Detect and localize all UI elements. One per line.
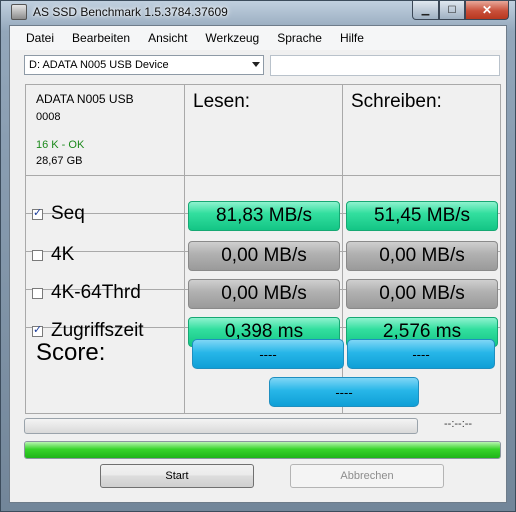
maximize-icon: ☐ bbox=[447, 4, 457, 16]
cancel-button[interactable]: Abbrechen bbox=[290, 464, 444, 488]
minimize-icon: ▁ bbox=[421, 4, 430, 16]
seq-write-result: 51,45 MB/s bbox=[346, 201, 498, 231]
row-seq-label: Seq bbox=[30, 203, 85, 225]
menu-datei[interactable]: Datei bbox=[10, 27, 63, 49]
seq-read-result: 81,83 MB/s bbox=[188, 201, 340, 231]
menu-sprache[interactable]: Sprache bbox=[268, 27, 331, 49]
4k64-write-result: 0,00 MB/s bbox=[346, 279, 498, 309]
test-progress-bar bbox=[24, 418, 418, 434]
menu-hilfe[interactable]: Hilfe bbox=[331, 27, 373, 49]
4k-write-result: 0,00 MB/s bbox=[346, 241, 498, 271]
menu-werkzeug[interactable]: Werkzeug bbox=[196, 27, 268, 49]
app-drive-icon bbox=[11, 4, 27, 20]
column-divider bbox=[184, 85, 185, 413]
4k-checkbox[interactable] bbox=[32, 249, 43, 261]
client-area: Datei Bearbeiten Ansicht Werkzeug Sprach… bbox=[9, 25, 507, 503]
drive-info: ADATA N005 USB 0008 16 K - OK 28,67 GB bbox=[36, 91, 134, 169]
minimize-button[interactable]: ▁ bbox=[412, 1, 439, 20]
drive-firmware: 0008 bbox=[36, 111, 61, 123]
4k64-checkbox[interactable] bbox=[32, 287, 43, 299]
total-progress-fill bbox=[25, 442, 500, 458]
info-field bbox=[270, 55, 500, 76]
alignment-status: 16 K - OK bbox=[36, 139, 85, 151]
drive-size: 28,67 GB bbox=[36, 155, 83, 167]
window-title: AS SSD Benchmark 1.5.3784.37609 bbox=[33, 5, 228, 19]
write-column-header: Schreiben: bbox=[351, 91, 442, 112]
window-controls: ▁ ☐ ✕ bbox=[412, 1, 509, 20]
app-window: AS SSD Benchmark 1.5.3784.37609 ▁ ☐ ✕ Da… bbox=[0, 0, 516, 512]
menu-ansicht[interactable]: Ansicht bbox=[139, 27, 196, 49]
4k64-label: 4K-64Thrd bbox=[51, 282, 141, 303]
total-progress-bar bbox=[24, 441, 501, 459]
results-grid: ADATA N005 USB 0008 16 K - OK 28,67 GB L… bbox=[25, 84, 501, 414]
title-bar[interactable]: AS SSD Benchmark 1.5.3784.37609 ▁ ☐ ✕ bbox=[1, 1, 515, 23]
seq-label: Seq bbox=[51, 203, 85, 224]
4k-label: 4K bbox=[51, 244, 75, 265]
row-4k64-label: 4K-64Thrd bbox=[30, 282, 141, 304]
row-divider bbox=[26, 175, 500, 176]
4k64-read-result: 0,00 MB/s bbox=[188, 279, 340, 309]
score-read: ---- bbox=[192, 339, 344, 369]
row-4k-label: 4K bbox=[30, 244, 74, 266]
maximize-button[interactable]: ☐ bbox=[439, 1, 465, 20]
elapsed-timer: --:--:-- bbox=[444, 418, 473, 430]
close-icon: ✕ bbox=[481, 3, 493, 17]
seq-checkbox[interactable] bbox=[32, 206, 43, 220]
score-label: Score: bbox=[36, 339, 106, 366]
access-checkbox[interactable] bbox=[32, 323, 43, 337]
drive-select[interactable]: D: ADATA N005 USB Device bbox=[24, 55, 264, 75]
read-column-header: Lesen: bbox=[193, 91, 251, 112]
start-button[interactable]: Start bbox=[100, 464, 254, 488]
drive-name: ADATA N005 USB bbox=[36, 92, 134, 106]
drive-select-value: D: ADATA N005 USB Device bbox=[29, 59, 169, 71]
4k-read-result: 0,00 MB/s bbox=[188, 241, 340, 271]
menu-bearbeiten[interactable]: Bearbeiten bbox=[63, 27, 139, 49]
close-button[interactable]: ✕ bbox=[465, 1, 509, 20]
menu-bar: Datei Bearbeiten Ansicht Werkzeug Sprach… bbox=[10, 26, 506, 50]
chevron-down-icon[interactable] bbox=[252, 62, 260, 67]
score-write: ---- bbox=[347, 339, 495, 369]
score-total: ---- bbox=[269, 377, 419, 407]
